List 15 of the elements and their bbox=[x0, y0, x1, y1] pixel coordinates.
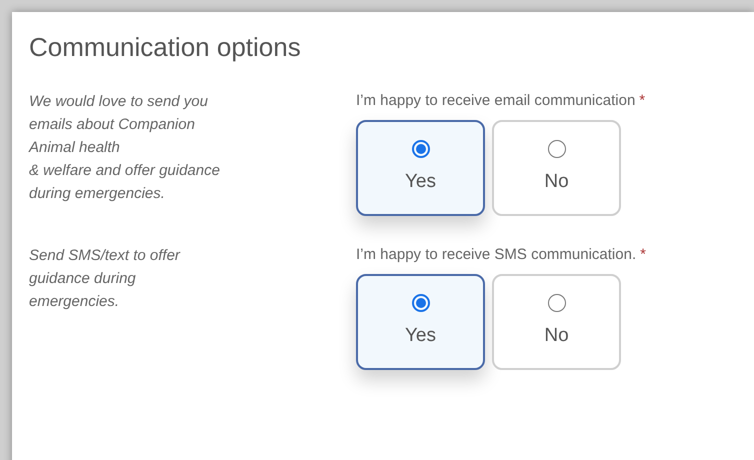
required-mark: * bbox=[639, 91, 646, 111]
radio-icon bbox=[548, 294, 566, 312]
radio-option[interactable]: Yes bbox=[356, 120, 485, 216]
radio-icon bbox=[548, 140, 566, 158]
radio-icon bbox=[412, 294, 430, 312]
description-text: Send SMS/text to offer guidance during emergencies. bbox=[29, 246, 182, 312]
radio-option[interactable]: No bbox=[492, 120, 621, 216]
radio-icon bbox=[412, 140, 430, 158]
question-label: I’m happy to receive email communication bbox=[356, 91, 636, 111]
description-text: We would love to send you emails about Companion Animal health & welfare and offer guidance during emergencies. bbox=[29, 92, 221, 204]
required-mark: * bbox=[640, 245, 646, 265]
question-label: I’m happy to receive SMS communication. bbox=[356, 245, 636, 265]
section-title: Communication options bbox=[29, 31, 301, 64]
radio-option[interactable]: Yes bbox=[356, 274, 485, 370]
radio-option[interactable]: No bbox=[492, 274, 621, 370]
